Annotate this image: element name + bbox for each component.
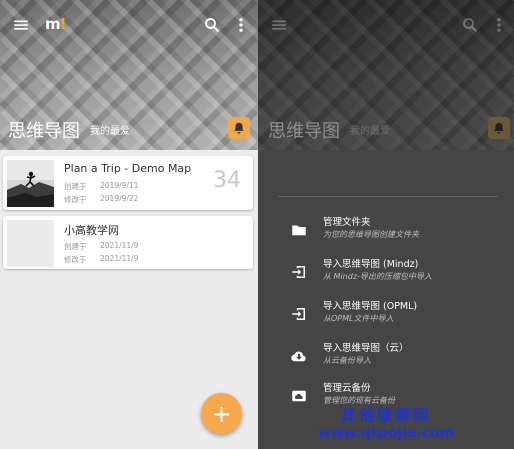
search-icon[interactable] bbox=[199, 12, 225, 38]
map-card[interactable]: Plan a Trip - Demo Map 创建于 2019/9/11 修改于… bbox=[3, 156, 253, 210]
menu-item-label: 管理文件夹 bbox=[323, 217, 371, 228]
more-options-icon bbox=[486, 12, 512, 38]
modified-date: 2021/11/9 bbox=[100, 254, 139, 263]
map-title: 小高教学网 bbox=[64, 224, 119, 237]
notification-button[interactable] bbox=[228, 117, 250, 139]
watermark-title: 其他破解网 bbox=[340, 406, 431, 424]
menu-item-label: 管理云备份 bbox=[323, 383, 371, 394]
cloud-download-icon bbox=[288, 345, 310, 367]
menu-item-description: 从 Mindz-导出的压缩包中导入 bbox=[323, 272, 432, 281]
search-icon bbox=[457, 12, 483, 38]
app-logo: m! bbox=[45, 15, 66, 33]
import-mindz-item[interactable]: 导入思维导图 (Mindz) 从 Mindz-导出的压缩包中导入 bbox=[288, 256, 498, 290]
created-label: 创建于 bbox=[64, 242, 87, 251]
modified-label: 修改于 bbox=[64, 195, 87, 204]
folder-icon bbox=[288, 219, 310, 241]
node-count: 34 bbox=[213, 168, 241, 193]
manage-folders-item[interactable]: 管理文件夹 为您的思维导图创建文件夹 bbox=[288, 214, 498, 248]
menu-item-label: 导入思维导图（云） bbox=[323, 343, 409, 354]
title-bar: 思维导图 我的最爱 bbox=[258, 112, 514, 148]
modified-date: 2019/9/22 bbox=[100, 194, 139, 203]
modified-label: 修改于 bbox=[64, 255, 87, 264]
page-title: 思维导图 bbox=[268, 121, 340, 142]
created-date: 2019/9/11 bbox=[100, 181, 139, 190]
map-thumbnail bbox=[7, 220, 54, 267]
import-opml-item[interactable]: 导入思维导图 (OPML) 从OPML文件中导入 bbox=[288, 298, 498, 332]
title-bar: 思维导图 我的最爱 bbox=[0, 112, 258, 148]
main-screen: m! 思维导图 我的最爱 Plan a Trip - Demo Map 创建于 bbox=[0, 0, 258, 449]
bell-icon bbox=[494, 122, 504, 134]
menu-item-description: 从OPML文件中导入 bbox=[323, 314, 394, 323]
menu-item-description: 从云备份导入 bbox=[323, 356, 371, 365]
page-title: 思维导图 bbox=[8, 121, 80, 142]
map-card[interactable]: 小高教学网 创建于 2021/11/9 修改于 2021/11/9 bbox=[3, 216, 253, 269]
menu-icon[interactable] bbox=[8, 12, 34, 38]
more-options-icon[interactable] bbox=[228, 12, 254, 38]
top-app-bar: m! bbox=[0, 0, 258, 50]
created-label: 创建于 bbox=[64, 182, 87, 191]
import-cloud-item[interactable]: 导入思维导图（云） 从云备份导入 bbox=[288, 340, 498, 374]
map-title: Plan a Trip - Demo Map bbox=[64, 162, 192, 175]
favorites-link[interactable]: 我的最爱 bbox=[90, 122, 130, 137]
import-icon bbox=[288, 261, 310, 283]
menu-item-label: 导入思维导图 (Mindz) bbox=[323, 259, 419, 270]
favorites-link: 我的最爱 bbox=[350, 126, 390, 137]
menu-item-description: 为您的思维导图创建文件夹 bbox=[323, 230, 419, 239]
menu-divider bbox=[278, 196, 498, 197]
menu-icon bbox=[266, 12, 292, 38]
map-thumbnail bbox=[7, 160, 54, 207]
notification-button bbox=[488, 117, 510, 139]
top-app-bar bbox=[258, 0, 514, 50]
created-date: 2021/11/9 bbox=[100, 241, 139, 250]
bell-icon bbox=[234, 122, 244, 134]
add-map-button[interactable]: + bbox=[201, 393, 242, 434]
import-icon bbox=[288, 303, 310, 325]
import-menu-screen: 思维导图 我的最爱 管理文件夹 为您的思维导图创建文件夹 导入思维导图 (Min… bbox=[258, 0, 514, 449]
menu-item-label: 导入思维导图 (OPML) bbox=[323, 301, 418, 312]
watermark-url: www.qtpojie.com bbox=[317, 425, 455, 441]
